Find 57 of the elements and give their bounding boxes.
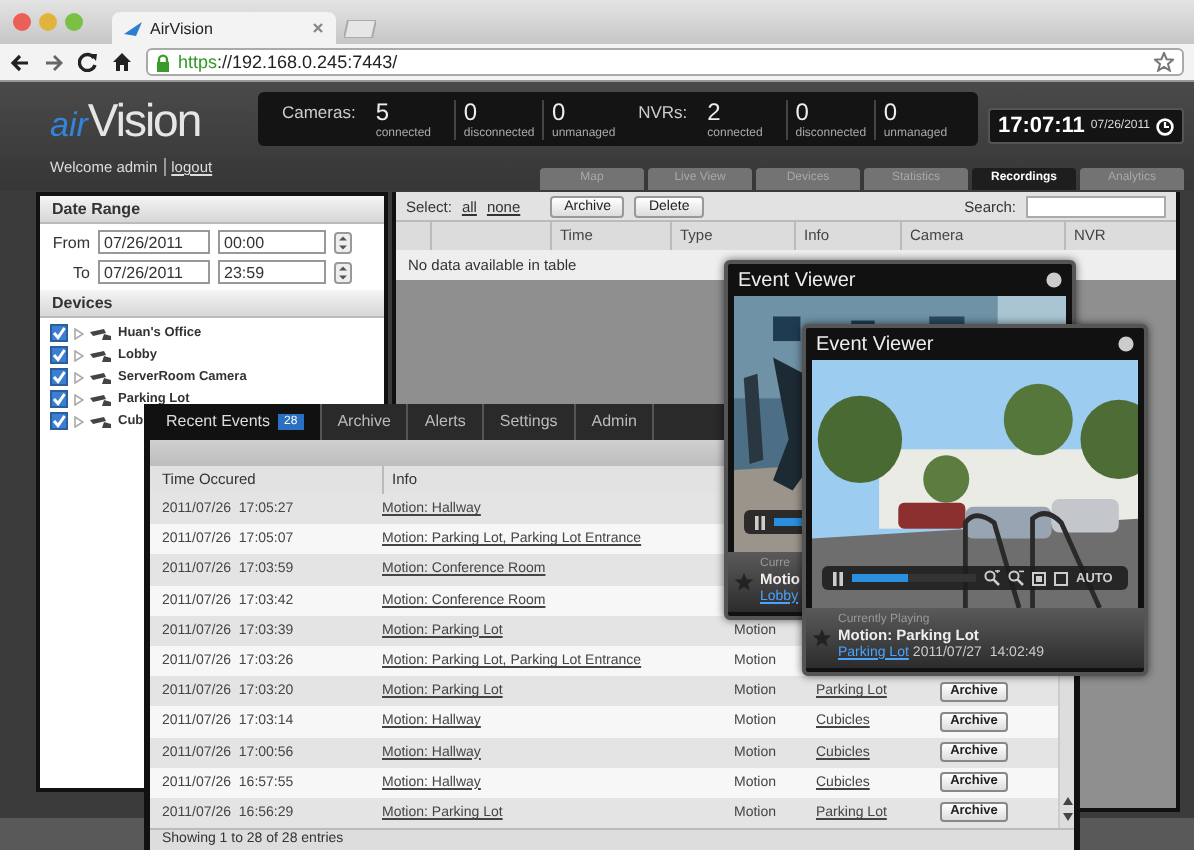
forward-icon[interactable]: [44, 53, 64, 71]
progress-bar[interactable]: [852, 574, 976, 582]
camera-icon: [90, 393, 112, 405]
logo: airVision: [50, 94, 203, 150]
lock-icon: [156, 53, 170, 71]
star-icon[interactable]: [1154, 52, 1174, 72]
section-header: Devices: [40, 290, 384, 318]
camera-icon: [90, 415, 112, 427]
checkbox[interactable]: [50, 368, 68, 386]
time-field[interactable]: 00:00: [218, 230, 326, 254]
stat-value: 0: [463, 99, 480, 123]
window-title: Event Viewer: [816, 333, 934, 355]
zoom-in-icon[interactable]: [984, 570, 1000, 586]
back-icon[interactable]: [10, 53, 30, 71]
camera-icon: [90, 349, 112, 361]
window-title: Event Viewer: [738, 269, 856, 291]
stat-label: Cameras:: [281, 102, 356, 122]
close-icon[interactable]: [312, 22, 324, 34]
home-icon[interactable]: [112, 52, 132, 72]
star-icon[interactable]: [812, 628, 832, 648]
checkbox[interactable]: [50, 390, 68, 408]
stat-value: 0: [883, 99, 900, 123]
address-field[interactable]: https://192.168.0.245:7443/: [146, 48, 1184, 76]
clock-time: 17:07:11: [997, 114, 1085, 138]
fit-icon[interactable]: [1032, 571, 1046, 585]
search-field[interactable]: [1026, 195, 1166, 217]
field-label: To: [71, 263, 90, 281]
time-field[interactable]: 23:59: [218, 260, 326, 284]
date-field[interactable]: 07/26/2011: [98, 260, 210, 284]
field-label: From: [50, 233, 90, 251]
fullscreen-icon[interactable]: [1054, 571, 1068, 585]
reload-icon[interactable]: [78, 52, 98, 72]
scroll-up-icon[interactable]: [1061, 796, 1073, 807]
url-text: https://192.168.0.245:7443/: [178, 52, 400, 72]
checkbox[interactable]: [50, 324, 68, 342]
bird-icon: [124, 21, 142, 35]
stepper-button[interactable]: [334, 261, 352, 283]
stat-value: 0: [795, 99, 811, 123]
stat-value: 5: [375, 99, 391, 123]
camera-icon: [90, 371, 112, 383]
section-header: Date Range: [40, 196, 384, 224]
camera-icon: [90, 327, 112, 339]
stat-value: 2: [707, 99, 723, 123]
pause-button[interactable]: [754, 515, 766, 529]
clock-icon: [1156, 117, 1174, 135]
date-field[interactable]: 07/26/2011: [98, 230, 210, 254]
browser-tab[interactable]: AirVision: [112, 12, 336, 44]
pause-button[interactable]: [832, 571, 844, 585]
stat-label: NVRs:: [638, 102, 688, 122]
checkbox[interactable]: [50, 346, 68, 364]
star-icon[interactable]: [734, 572, 754, 592]
close-button[interactable]: [1046, 272, 1062, 288]
stat-value: 0: [552, 99, 568, 123]
checkbox[interactable]: [50, 412, 68, 430]
close-button[interactable]: [1118, 336, 1134, 352]
stepper-button[interactable]: [334, 231, 352, 253]
zoom-out-icon[interactable]: [1008, 570, 1024, 586]
